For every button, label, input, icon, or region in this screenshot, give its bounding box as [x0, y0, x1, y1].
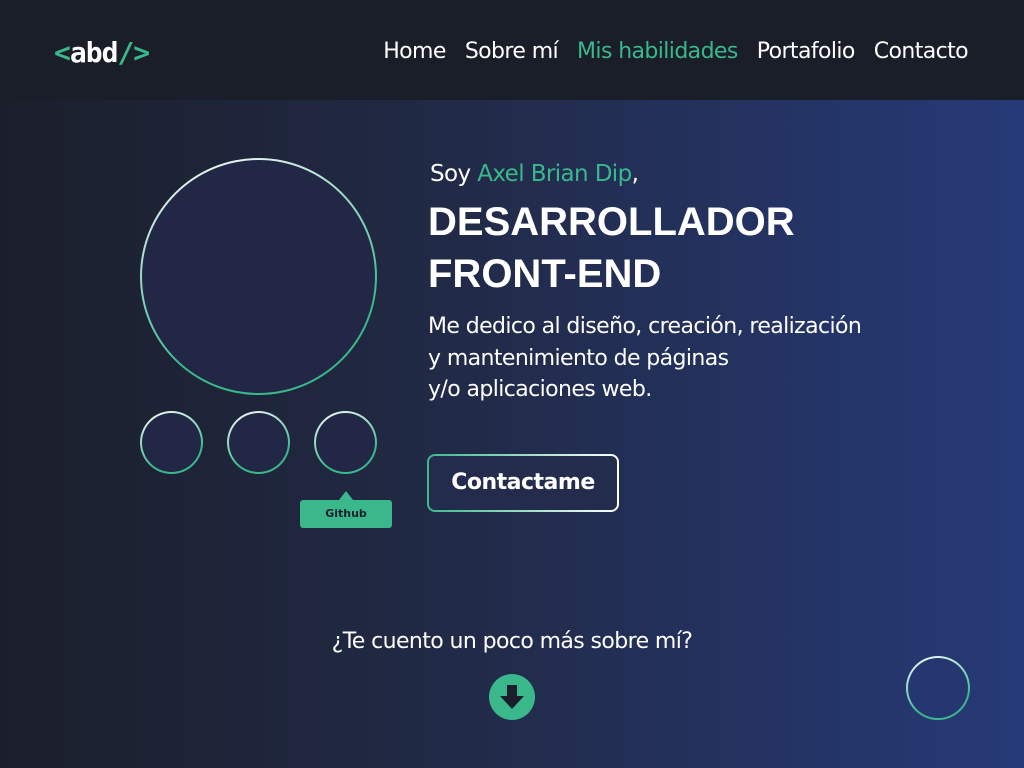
social-link-2[interactable]	[227, 411, 290, 474]
logo-close-bracket: />	[117, 36, 150, 69]
more-about-me-text: ¿Te cuento un poco más sobre mí?	[331, 629, 693, 654]
scroll-down-button[interactable]	[489, 674, 535, 720]
contact-button[interactable]: Contactame	[427, 454, 619, 512]
hero-title: DESARROLLADOR FRONT-END	[428, 196, 848, 300]
hero-title-line-2: FRONT-END	[428, 252, 662, 296]
nav-mis-habilidades[interactable]: Mis habilidades	[577, 37, 738, 67]
github-tooltip: Github	[300, 491, 392, 528]
social-link-1[interactable]	[140, 411, 203, 474]
main-nav: Home Sobre mí Mis habilidades Portafolio…	[383, 37, 968, 67]
nav-contacto[interactable]: Contacto	[874, 37, 969, 67]
description-line-1: Me dedico al diseño, creación, realizaci…	[428, 314, 862, 339]
nav-home[interactable]: Home	[383, 37, 446, 67]
description-line-3: y/o aplicaciones web.	[428, 377, 652, 402]
intro-line: Soy Axel Brian Dip,	[430, 158, 639, 190]
site-logo[interactable]: <abd/>	[54, 34, 150, 72]
nav-sobre-mi[interactable]: Sobre mí	[465, 37, 559, 67]
social-link-github[interactable]	[314, 411, 377, 474]
floating-circle-button[interactable]	[906, 656, 970, 720]
logo-text: abd	[69, 36, 119, 69]
site-header: <abd/> Home Sobre mí Mis habilidades Por…	[0, 0, 1024, 100]
arrow-down-icon	[500, 685, 524, 709]
nav-portafolio[interactable]: Portafolio	[757, 37, 856, 67]
hero-title-line-1: DESARROLLADOR	[428, 200, 795, 244]
hero-description: Me dedico al diseño, creación, realizaci…	[428, 311, 908, 406]
developer-name: Axel Brian Dip	[477, 161, 632, 187]
description-line-2: y mantenimiento de páginas	[428, 345, 729, 371]
profile-photo-frame	[140, 158, 377, 395]
intro-suffix: ,	[631, 161, 639, 187]
logo-open-bracket: <	[54, 36, 71, 69]
intro-prefix: Soy	[430, 161, 478, 187]
